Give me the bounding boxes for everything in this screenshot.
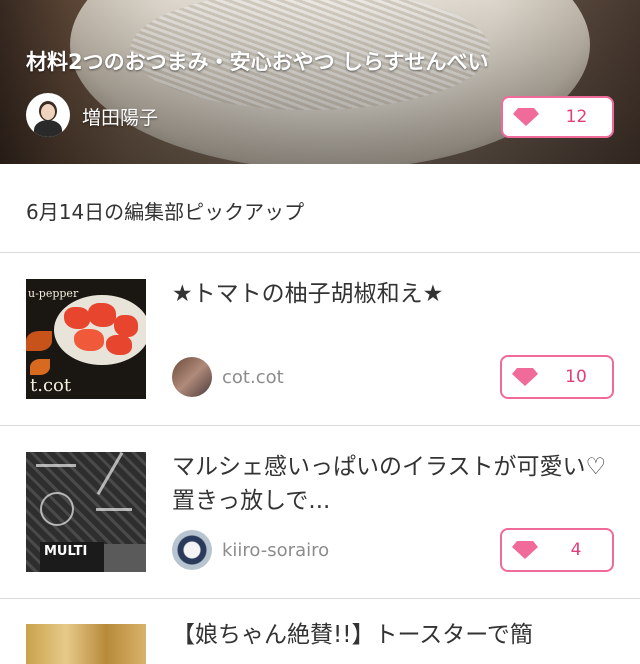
user-avatar[interactable]	[172, 357, 212, 397]
like-count: 10	[565, 367, 587, 387]
thumbnail-text: u-pepper	[28, 287, 79, 300]
item-title[interactable]: 【娘ちゃん絶賛!!】トースターで簡	[172, 618, 612, 652]
recipe-thumbnail[interactable]: MULTI	[26, 452, 146, 572]
recipe-thumbnail[interactable]	[26, 624, 146, 664]
list-item[interactable]: 【娘ちゃん絶賛!!】トースターで簡	[0, 598, 640, 664]
item-title[interactable]: マルシェ感いっぱいのイラストが可愛い♡置きっ放しで...	[172, 450, 612, 518]
heart-gem-icon	[512, 541, 538, 559]
thumbnail-text: MULTI	[40, 542, 104, 572]
username[interactable]: cot.cot	[222, 367, 284, 388]
hero-banner[interactable]: 材料2つのおつまみ・安心おやつ しらすせんべい 増田陽子 12	[0, 0, 640, 164]
item-title[interactable]: ★トマトの柚子胡椒和え★	[172, 277, 612, 311]
heart-gem-icon	[512, 368, 538, 386]
list-item[interactable]: MULTI マルシェ感いっぱいのイラストが可愛い♡置きっ放しで... kiiro…	[0, 426, 640, 599]
thumbnail-text: t.cot	[30, 375, 72, 396]
like-count: 12	[565, 107, 588, 127]
recipe-thumbnail[interactable]: u-pepper t.cot	[26, 279, 146, 399]
user-avatar[interactable]	[172, 530, 212, 570]
section-header: 6月14日の編集部ピックアップ	[0, 164, 640, 253]
author-name[interactable]: 増田陽子	[82, 103, 158, 130]
like-button[interactable]: 4	[500, 528, 614, 572]
heart-gem-icon	[513, 108, 539, 126]
list-item[interactable]: u-pepper t.cot ★トマトの柚子胡椒和え★ cot.cot 10	[0, 253, 640, 426]
author-avatar[interactable]	[26, 93, 70, 137]
username[interactable]: kiiro-sorairo	[222, 540, 329, 561]
like-count: 4	[570, 540, 582, 560]
hero-like-button[interactable]: 12	[501, 96, 614, 138]
like-button[interactable]: 10	[500, 355, 614, 399]
hero-title[interactable]: 材料2つのおつまみ・安心おやつ しらすせんべい	[26, 46, 626, 76]
section-title: 6月14日の編集部ピックアップ	[26, 200, 305, 224]
